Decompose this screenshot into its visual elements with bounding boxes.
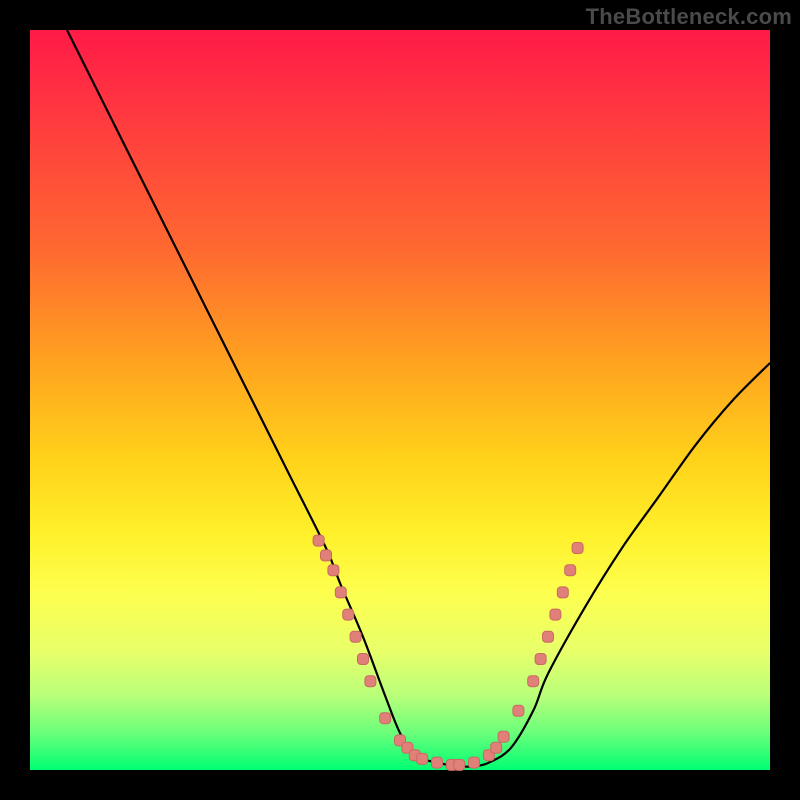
curve-marker (454, 759, 465, 770)
curve-marker (350, 631, 361, 642)
curve-marker (469, 757, 480, 768)
curve-marker (328, 565, 339, 576)
curve-marker (491, 742, 502, 753)
curve-layer (67, 30, 770, 767)
watermark-text: TheBottleneck.com (586, 4, 792, 30)
curve-marker (313, 535, 324, 546)
curve-marker (498, 731, 509, 742)
chart-frame: TheBottleneck.com (0, 0, 800, 800)
curve-marker (335, 587, 346, 598)
curve-marker (380, 713, 391, 724)
bottleneck-curve (67, 30, 770, 767)
curve-marker (432, 757, 443, 768)
curve-marker (321, 550, 332, 561)
curve-marker (513, 705, 524, 716)
marker-layer (313, 535, 583, 770)
chart-svg (30, 30, 770, 770)
curve-marker (535, 654, 546, 665)
curve-marker (343, 609, 354, 620)
curve-marker (528, 676, 539, 687)
curve-marker (550, 609, 561, 620)
curve-marker (365, 676, 376, 687)
curve-marker (565, 565, 576, 576)
curve-marker (557, 587, 568, 598)
curve-marker (572, 543, 583, 554)
plot-area (30, 30, 770, 770)
curve-marker (417, 753, 428, 764)
curve-marker (543, 631, 554, 642)
curve-marker (358, 654, 369, 665)
